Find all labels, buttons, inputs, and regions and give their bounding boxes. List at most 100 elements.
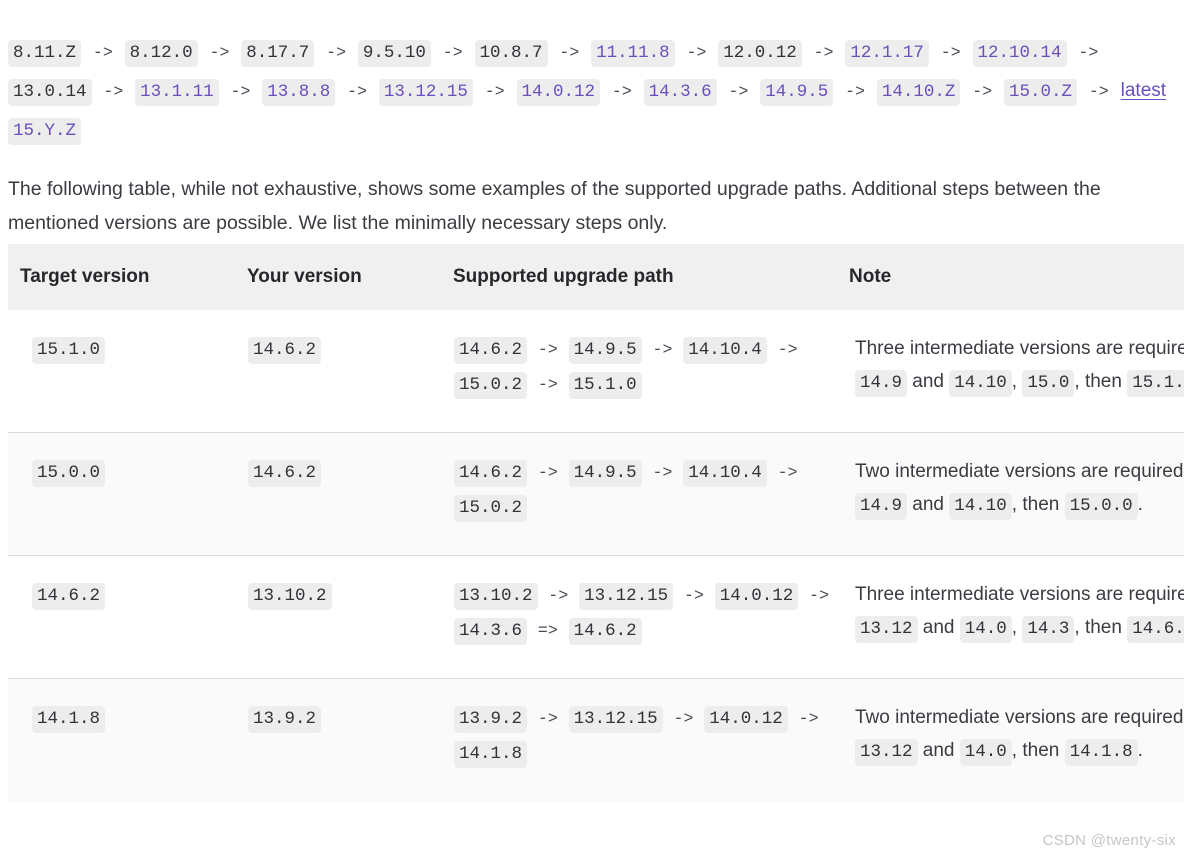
version-chip: 14.10 <box>949 370 1012 397</box>
version-chip[interactable]: 14.3.6 <box>643 79 717 106</box>
version-chip[interactable]: 13.8.8 <box>262 79 336 106</box>
cell-your-version: 14.6.2 <box>247 432 453 556</box>
arrow-separator: -> <box>538 586 579 605</box>
version-chip[interactable]: 11.11.8 <box>591 40 675 67</box>
version-chip: 13.9.2 <box>454 706 528 733</box>
arrow-separator: -> <box>219 82 262 101</box>
version-chip: 8.11.Z <box>8 40 82 67</box>
version-chip: 14.6.2 <box>1127 616 1184 643</box>
table-header-row: Target version Your version Supported up… <box>8 244 1184 310</box>
arrow-separator: -> <box>929 43 972 62</box>
table-row: 15.0.0 14.6.2 14.6.2 -> 14.9.5 -> 14.10.4 … <box>8 432 1184 556</box>
column-header-supported-upgrade-path: Supported upgrade path <box>453 244 849 310</box>
version-chip: 14.10.4 <box>683 337 767 364</box>
version-chip[interactable]: 15.0.Z <box>1004 79 1078 106</box>
column-header-target-version: Target version <box>8 244 247 310</box>
version-chip: 8.12.0 <box>124 40 198 67</box>
cell-target-version: 14.1.8 <box>8 678 247 801</box>
version-chip: 14.6.2 <box>248 337 322 364</box>
version-chip: 10.8.7 <box>474 40 548 67</box>
arrow-separator: -> <box>601 82 643 101</box>
version-chip: 8.17.7 <box>241 40 315 67</box>
table-row: 15.1.0 14.6.2 14.6.2 -> 14.9.5 -> 14.10.4 … <box>8 310 1184 433</box>
version-chip: 9.5.10 <box>357 40 431 67</box>
version-chip: 14.9.5 <box>568 460 642 487</box>
cell-note: Two intermediate versions are required: … <box>849 432 1184 556</box>
version-chip[interactable]: 13.1.11 <box>135 79 219 106</box>
version-chip: 13.9.2 <box>248 706 322 733</box>
latest-version-link[interactable]: latest <box>1121 80 1166 101</box>
arrow-separator: -> <box>528 340 568 359</box>
latest-version-chip[interactable]: 15.Y.Z <box>8 118 82 145</box>
arrow-separator: -> <box>663 709 704 728</box>
version-chip: 15.1.0 <box>1127 370 1184 397</box>
version-chip: 14.1.8 <box>32 706 106 733</box>
version-chip: 14.0.12 <box>714 583 799 610</box>
cell-your-version: 13.10.2 <box>247 555 453 679</box>
arrow-separator: -> <box>642 340 683 359</box>
cell-supported-upgrade-path: 13.10.2 -> 13.12.15 -> 14.0.12 -> 14.3.6… <box>453 555 849 679</box>
arrow-separator: -> <box>92 82 135 101</box>
version-chip: 13.12.15 <box>568 706 663 733</box>
version-chip: 14.6.2 <box>568 618 642 645</box>
arrow-separator: -> <box>642 463 683 482</box>
arrow-separator: -> <box>82 43 124 62</box>
arrow-separator: -> <box>767 463 798 482</box>
version-chip: 14.6.2 <box>32 583 106 610</box>
table-row: 14.1.8 13.9.2 13.9.2 -> 13.12.15 -> 14.0.1… <box>8 678 1184 801</box>
version-chip: 14.10 <box>949 493 1012 520</box>
version-chip: 13.12 <box>855 739 918 766</box>
version-chip: 15.0.2 <box>454 372 528 399</box>
version-chip: 14.6.2 <box>454 460 528 487</box>
watermark-label: CSDN @twenty-six <box>1042 832 1176 849</box>
version-chip: 13.12 <box>855 616 918 643</box>
cell-supported-upgrade-path: 13.9.2 -> 13.12.15 -> 14.0.12 -> 14.1.8 <box>453 678 849 801</box>
version-chip: 14.10.4 <box>683 460 767 487</box>
version-chip[interactable]: 14.10.Z <box>876 79 961 106</box>
version-chip: 15.0.0 <box>32 460 106 487</box>
version-chip: 14.6.2 <box>454 337 528 364</box>
version-chip: 14.9.5 <box>568 337 642 364</box>
cell-supported-upgrade-path: 14.6.2 -> 14.9.5 -> 14.10.4 -> 15.0.2 <box>453 432 849 556</box>
table-body: 15.1.0 14.6.2 14.6.2 -> 14.9.5 -> 14.10.4 … <box>8 310 1184 801</box>
arrow-separator: -> <box>802 43 845 62</box>
arrow-separator: -> <box>674 586 714 605</box>
version-chip[interactable]: 12.10.14 <box>972 40 1067 67</box>
version-chip: 14.0 <box>959 739 1012 766</box>
version-chip: 14.9 <box>855 370 908 397</box>
cell-target-version: 15.0.0 <box>8 432 247 556</box>
version-chip: 14.1.8 <box>1064 739 1138 766</box>
arrow-separator: -> <box>528 375 568 394</box>
documentation-page: 8.11.Z -> 8.12.0 -> 8.17.7 -> 9.5.10 -> … <box>0 0 1184 858</box>
arrow-separator: -> <box>1078 82 1120 101</box>
cell-target-version: 15.1.0 <box>8 310 247 433</box>
arrow-separator: -> <box>473 82 516 101</box>
arrow-separator: -> <box>315 43 357 62</box>
arrow-separator: -> <box>767 340 798 359</box>
arrow-separator: => <box>528 621 568 640</box>
version-chip: 13.10.2 <box>454 583 538 610</box>
upgrade-paths-table: Target version Your version Supported up… <box>8 244 1184 801</box>
arrow-separator: -> <box>788 709 819 728</box>
intro-paragraph: The following table, while not exhaustiv… <box>8 177 1101 234</box>
arrow-separator: -> <box>675 43 718 62</box>
cell-target-version: 14.6.2 <box>8 555 247 679</box>
cell-your-version: 14.6.2 <box>247 310 453 433</box>
version-chip[interactable]: 14.9.5 <box>760 79 834 106</box>
version-chip: 12.0.12 <box>718 40 802 67</box>
version-chip: 15.0 <box>1022 370 1075 397</box>
version-chip: 13.0.14 <box>8 79 92 106</box>
version-chip[interactable]: 13.12.15 <box>378 79 473 106</box>
version-chip: 15.1.0 <box>568 372 642 399</box>
version-chip[interactable]: 14.0.12 <box>516 79 601 106</box>
version-chip[interactable]: 12.1.17 <box>845 40 929 67</box>
upgrade-path-sequence: 8.11.Z -> 8.12.0 -> 8.17.7 -> 9.5.10 -> … <box>8 33 1176 150</box>
table-head: Target version Your version Supported up… <box>8 244 1184 310</box>
version-chip: 14.3.6 <box>454 618 528 645</box>
arrow-separator: -> <box>198 43 241 62</box>
version-chip: 15.0.0 <box>1064 493 1138 520</box>
version-chip: 14.3 <box>1022 616 1075 643</box>
version-chip: 14.0 <box>959 616 1012 643</box>
version-chip: 14.6.2 <box>248 460 322 487</box>
arrow-separator: -> <box>1067 43 1099 62</box>
